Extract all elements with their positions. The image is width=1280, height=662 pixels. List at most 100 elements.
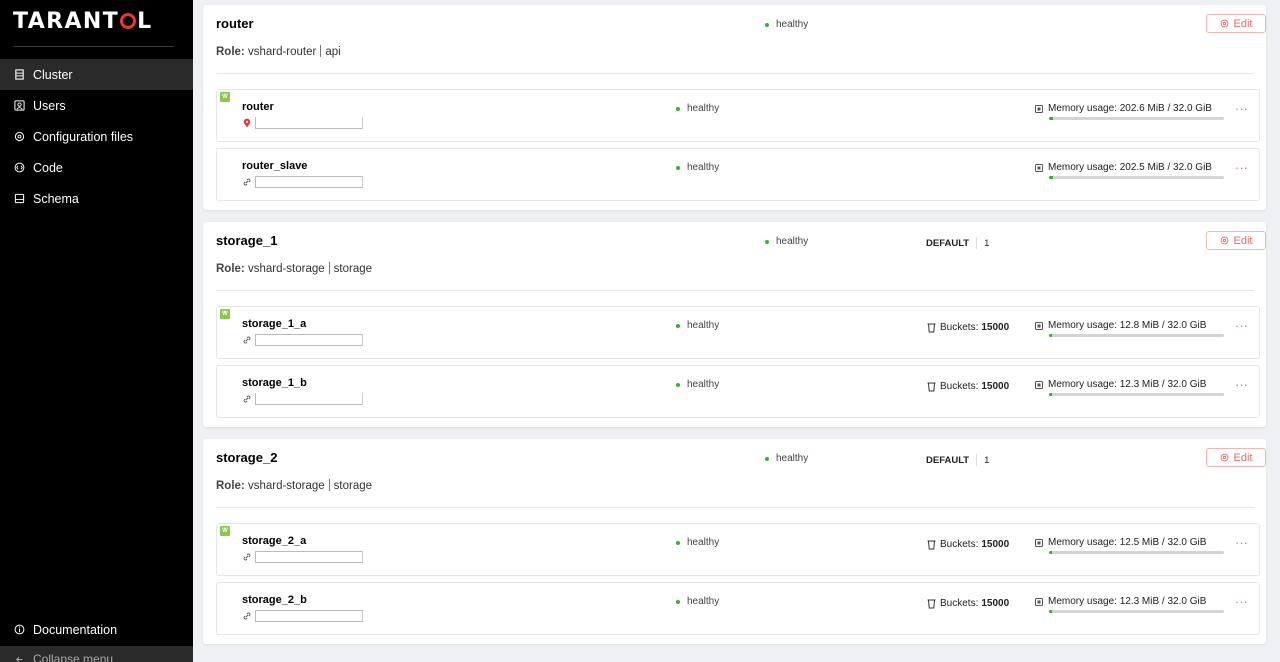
healthy-dot-icon xyxy=(765,456,769,461)
server-row[interactable]: router_slave healthy Memory usage: 202.5… xyxy=(216,148,1260,201)
arrow-left-icon xyxy=(13,653,25,662)
server-status: healthy xyxy=(676,596,719,607)
link-icon xyxy=(243,336,251,344)
sidebar-item-cluster[interactable]: Cluster xyxy=(0,59,193,90)
location-pin-icon xyxy=(243,118,251,128)
server-uri xyxy=(242,117,363,129)
bucket-icon xyxy=(927,540,936,550)
memory-bar-fill xyxy=(1049,610,1052,613)
bucket-icon xyxy=(927,382,936,392)
healthy-dot-icon xyxy=(676,106,680,111)
collapse-menu-button[interactable]: Collapse menu xyxy=(13,652,113,662)
more-actions-button[interactable]: ··· xyxy=(1235,160,1248,175)
gear-icon xyxy=(1220,236,1228,245)
server-name: storage_2_b xyxy=(242,594,307,606)
memory-bar xyxy=(1049,117,1224,120)
memory-bar-fill xyxy=(1049,117,1053,120)
more-actions-button[interactable]: ··· xyxy=(1235,594,1248,609)
memory-usage: Memory usage: 202.6 MiB / 32.0 GiB xyxy=(1034,103,1212,114)
memory-usage: Memory usage: 12.3 MiB / 32.0 GiB xyxy=(1034,379,1206,390)
server-row[interactable]: W storage_1_a healthy Buckets: 15000 Memo… xyxy=(216,306,1260,359)
server-name: router xyxy=(242,101,274,113)
replicaset-weight: DEFAULT 1 xyxy=(926,237,990,249)
server-uri-field[interactable] xyxy=(255,117,363,129)
divider xyxy=(216,290,1254,291)
more-actions-button[interactable]: ··· xyxy=(1235,318,1248,333)
more-actions-button[interactable]: ··· xyxy=(1235,377,1248,392)
link-icon xyxy=(243,178,251,186)
buckets-count: Buckets: 15000 xyxy=(926,322,1009,333)
tarantool-logo[interactable]: TARANT L xyxy=(13,9,153,34)
sidebar: TARANT L Cluster Users Configuration file… xyxy=(0,0,193,662)
link-icon xyxy=(243,553,251,561)
chip-icon xyxy=(1035,104,1043,113)
sidebar-item-users[interactable]: Users xyxy=(0,90,193,121)
server-row[interactable]: storage_1_b healthy Buckets: 15000 Memory… xyxy=(216,365,1260,418)
memory-usage: Memory usage: 12.5 MiB / 32.0 GiB xyxy=(1034,537,1206,548)
chip-icon xyxy=(1035,321,1043,330)
healthy-dot-icon xyxy=(676,382,680,387)
divider xyxy=(216,507,1254,508)
leader-badge-icon: W xyxy=(220,92,230,102)
replicaset-roles: Role: vshard-storage storage xyxy=(216,262,373,275)
schema-icon xyxy=(13,193,25,205)
sidebar-item-label: Code xyxy=(33,160,63,175)
logo-divider xyxy=(13,46,174,47)
buckets-count: Buckets: 15000 xyxy=(926,598,1009,609)
sidebar-item-label: Cluster xyxy=(33,67,73,82)
more-actions-button[interactable]: ··· xyxy=(1235,101,1248,116)
sidebar-item-schema[interactable]: Schema xyxy=(0,183,193,214)
edit-button[interactable]: Edit xyxy=(1206,448,1266,467)
server-name: storage_1_b xyxy=(242,377,307,389)
server-status: healthy xyxy=(676,537,719,548)
server-uri-field[interactable] xyxy=(255,551,363,563)
code-icon xyxy=(13,162,25,174)
logo-o-icon xyxy=(120,13,137,29)
chip-icon xyxy=(1035,163,1043,172)
gear-icon xyxy=(1220,19,1228,28)
config-files-icon xyxy=(13,131,25,143)
sidebar-item-configuration-files[interactable]: Configuration files xyxy=(0,121,193,152)
edit-button[interactable]: Edit xyxy=(1206,14,1266,33)
replicaset-name: storage_2 xyxy=(216,450,278,465)
server-status: healthy xyxy=(676,379,719,390)
sidebar-item-documentation[interactable]: Documentation xyxy=(0,614,193,645)
replicaset-card: storage_2 healthy DEFAULT 1 Edit Role: vs… xyxy=(203,439,1266,644)
replicaset-card: storage_1 healthy DEFAULT 1 Edit Role: vs… xyxy=(203,222,1266,427)
server-uri xyxy=(242,176,363,188)
replicaset-status: healthy xyxy=(765,19,808,30)
buckets-count: Buckets: 15000 xyxy=(926,539,1009,550)
server-status: healthy xyxy=(676,103,719,114)
more-actions-button[interactable]: ··· xyxy=(1235,535,1248,550)
server-name: router_slave xyxy=(242,160,308,172)
replicaset-name: storage_1 xyxy=(216,233,278,248)
server-row[interactable]: W router healthy Memory usage: 202.6 MiB… xyxy=(216,89,1260,142)
bucket-icon xyxy=(927,323,936,333)
chip-icon xyxy=(1035,538,1043,547)
healthy-dot-icon xyxy=(676,540,680,545)
sidebar-item-label: Configuration files xyxy=(33,129,134,144)
memory-bar xyxy=(1049,610,1224,613)
replicaset-weight: DEFAULT 1 xyxy=(926,454,990,466)
healthy-dot-icon xyxy=(765,22,769,27)
server-uri-field[interactable] xyxy=(255,334,363,346)
sidebar-item-label: Schema xyxy=(33,191,79,206)
sidebar-item-code[interactable]: Code xyxy=(0,152,193,183)
edit-button[interactable]: Edit xyxy=(1206,231,1266,250)
buckets-count: Buckets: 15000 xyxy=(926,381,1009,392)
memory-usage: Memory usage: 202.5 MiB / 32.0 GiB xyxy=(1034,162,1212,173)
server-uri-field[interactable] xyxy=(255,393,363,405)
chip-icon xyxy=(1035,597,1043,606)
chip-icon xyxy=(1035,380,1043,389)
server-name: storage_2_a xyxy=(242,535,307,547)
server-uri xyxy=(242,393,363,405)
server-row[interactable]: storage_2_b healthy Buckets: 15000 Memory… xyxy=(216,582,1260,635)
memory-bar xyxy=(1049,393,1224,396)
server-row[interactable]: W storage_2_a healthy Buckets: 15000 Memo… xyxy=(216,523,1260,576)
server-uri xyxy=(242,334,363,346)
main-content: router healthy Edit Role: vshard-router a… xyxy=(193,0,1280,662)
replicaset-status: healthy xyxy=(765,453,808,464)
server-uri-field[interactable] xyxy=(255,176,363,188)
divider xyxy=(216,73,1254,74)
server-uri-field[interactable] xyxy=(255,610,363,622)
